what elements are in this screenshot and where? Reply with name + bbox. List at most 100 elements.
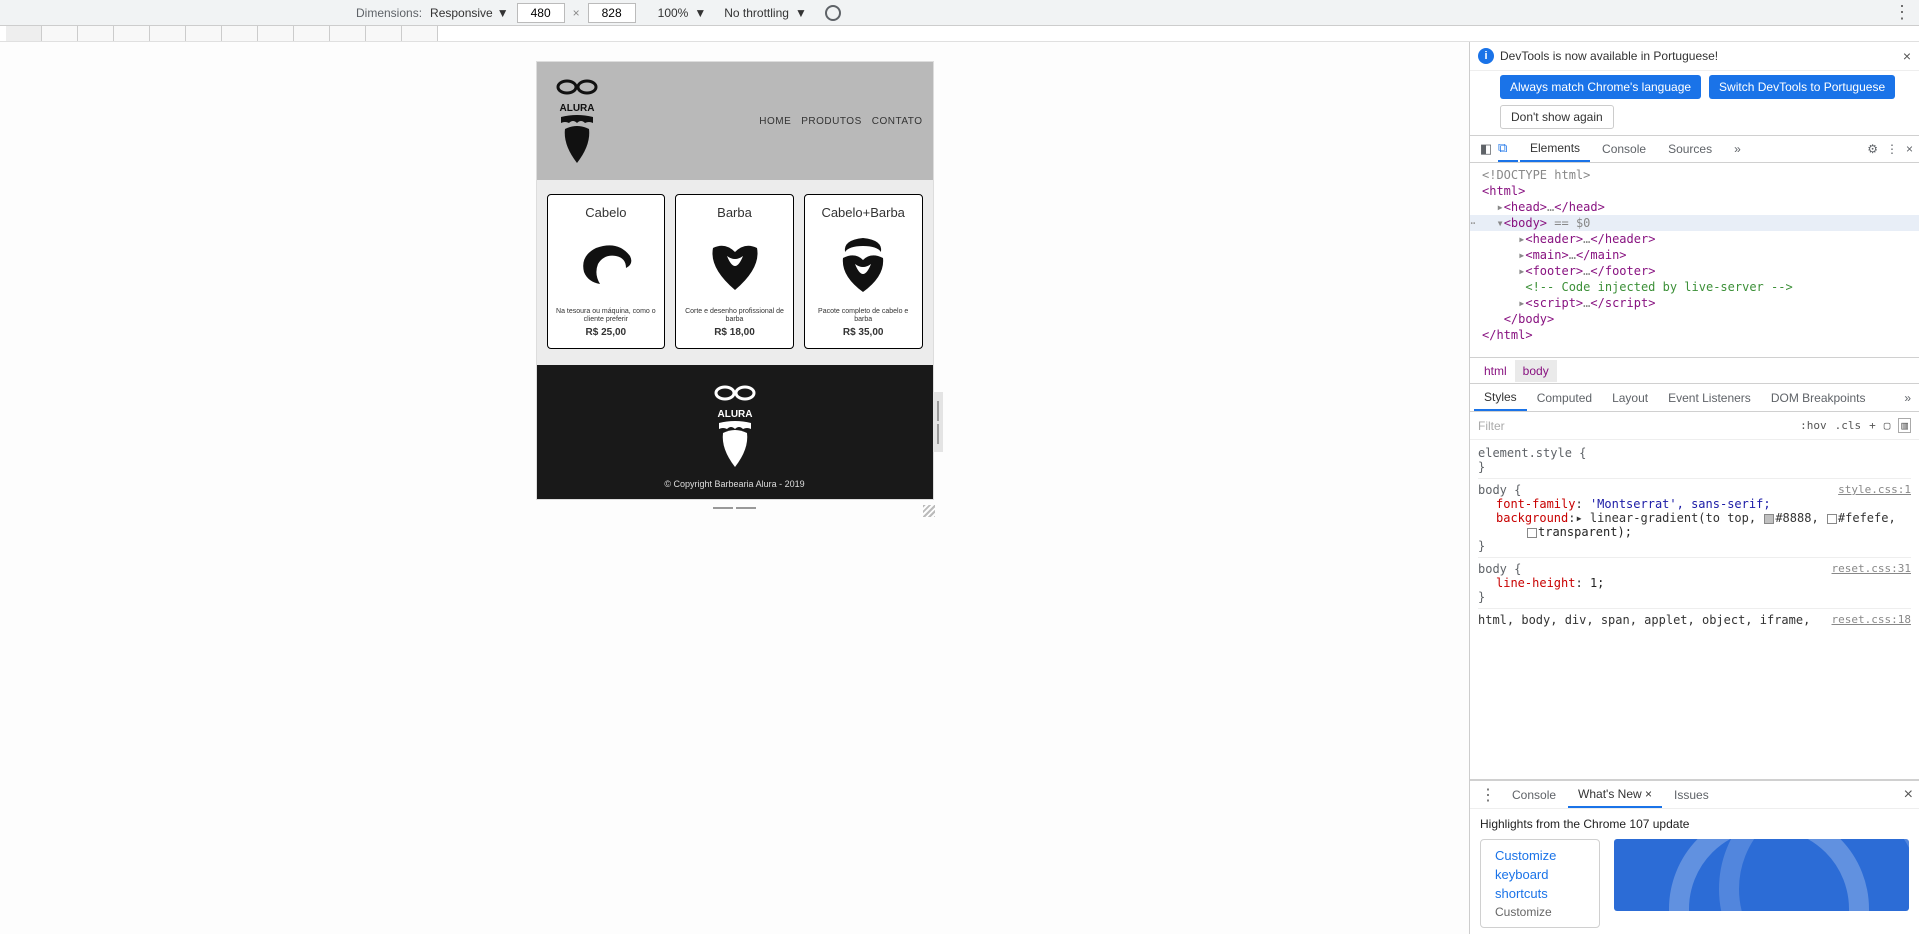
copyright: © Copyright Barbearia Alura - 2019 (537, 479, 933, 489)
tabs-overflow[interactable]: » (1724, 136, 1751, 162)
chevron-down-icon: ▼ (795, 6, 807, 20)
kebab-icon[interactable]: ⋮ (1886, 142, 1898, 156)
close-icon[interactable]: × (1645, 787, 1652, 801)
drawer: ⋮ Console What's New × Issues × Highligh… (1470, 780, 1919, 934)
whatsnew-banner (1614, 839, 1909, 911)
device-toolbar: Dimensions: Responsive ▼ × 100% ▼ No thr… (0, 0, 1919, 26)
dimensions-label: Dimensions: (356, 6, 422, 20)
card-price: R$ 18,00 (714, 327, 755, 338)
subtab-dombp[interactable]: DOM Breakpoints (1761, 384, 1876, 411)
computed-toggle-icon[interactable]: ▥ (1898, 418, 1911, 433)
zoom-value: 100% (658, 6, 689, 20)
chevron-down-icon: ▼ (497, 6, 509, 20)
service-card[interactable]: Cabelo Na tesoura ou máquina, como o cli… (547, 194, 666, 349)
page-footer: ALURA © Copyright Barbearia Alura - 2019 (537, 365, 933, 499)
card-price: R$ 25,00 (586, 327, 627, 338)
alura-logo-footer: ALURA (709, 379, 761, 471)
throttling-select[interactable]: No throttling ▼ (724, 6, 807, 20)
svg-text:ALURA: ALURA (717, 409, 752, 420)
subtab-styles[interactable]: Styles (1474, 384, 1527, 411)
card-title: Cabelo+Barba (821, 205, 904, 220)
subtab-computed[interactable]: Computed (1527, 384, 1602, 411)
svg-text:ALURA: ALURA (559, 103, 594, 114)
card-desc: Pacote completo de cabelo e barba (811, 308, 916, 323)
hov-toggle[interactable]: :hov (1800, 419, 1827, 432)
beard-icon (705, 234, 765, 294)
close-icon[interactable]: × (1906, 142, 1913, 156)
card-desc: Na tesoura ou máquina, como o cliente pr… (554, 308, 659, 323)
link[interactable]: Customize (1495, 848, 1585, 863)
link[interactable]: keyboard (1495, 867, 1585, 882)
subtabs-overflow[interactable]: » (1900, 391, 1915, 405)
kebab-icon[interactable]: ⋮ (1893, 2, 1911, 23)
breadcrumbs: html body (1470, 358, 1919, 384)
close-icon[interactable]: × (1904, 786, 1913, 804)
nav-home[interactable]: HOME (759, 116, 791, 127)
filter-input[interactable] (1470, 419, 1792, 433)
link: Customize (1495, 905, 1552, 919)
link[interactable]: shortcuts (1495, 886, 1585, 901)
nav-contato[interactable]: CONTATO (872, 116, 923, 127)
page-main: Cabelo Na tesoura ou máquina, como o cli… (537, 180, 933, 365)
infobar-buttons: Always match Chrome's language Switch De… (1470, 71, 1919, 105)
subtab-events[interactable]: Event Listeners (1658, 384, 1761, 411)
card-title: Barba (717, 205, 752, 220)
infobar-message: DevTools is now available in Portuguese! (1500, 49, 1718, 63)
nav-produtos[interactable]: PRODUTOS (801, 116, 862, 127)
resize-handle-corner[interactable] (923, 505, 935, 517)
close-icon[interactable]: × (1903, 48, 1911, 64)
device-value: Responsive (430, 6, 493, 20)
inspect-icon[interactable]: ◧ (1476, 141, 1496, 157)
devtools-tabs: ◧ ⧉ Elements Console Sources » ⚙ ⋮ × (1470, 135, 1919, 163)
device-mode-icon[interactable]: ⧉ (1498, 136, 1518, 162)
card-desc: Corte e desenho profissional de barba (682, 308, 787, 323)
dom-tree[interactable]: <!DOCTYPE html> <html> ▸<head>…</head> ⋯… (1470, 163, 1919, 358)
tab-elements[interactable]: Elements (1520, 136, 1590, 162)
cls-toggle[interactable]: .cls (1835, 419, 1862, 432)
page-header: ALURA HOME PRODUTOS CONTATO (537, 62, 933, 180)
hair-beard-icon (833, 234, 893, 294)
service-card[interactable]: Cabelo+Barba Pacote completo de cabelo e… (804, 194, 923, 349)
zoom-select[interactable]: 100% ▼ (658, 6, 707, 20)
drawer-console[interactable]: Console (1502, 781, 1566, 808)
filter-row: :hov .cls + ▢ ▥ (1470, 412, 1919, 440)
infobar: i DevTools is now available in Portugues… (1470, 42, 1919, 71)
drawer-issues[interactable]: Issues (1664, 781, 1719, 808)
whatsnew-title: Highlights from the Chrome 107 update (1480, 817, 1909, 831)
styles-pane[interactable]: element.style { } style.css:1 body { fon… (1470, 440, 1919, 780)
dont-show-button[interactable]: Don't show again (1500, 105, 1614, 129)
flexgrid-icon[interactable]: ▢ (1884, 419, 1891, 432)
card-title: Cabelo (585, 205, 626, 220)
resize-handle-bottom[interactable] (705, 503, 765, 513)
service-card[interactable]: Barba Corte e desenho profissional de ba… (675, 194, 794, 349)
height-input[interactable] (588, 3, 636, 23)
nav: HOME PRODUTOS CONTATO (759, 116, 922, 127)
crumb-html[interactable]: html (1476, 360, 1515, 382)
subtab-layout[interactable]: Layout (1602, 384, 1658, 411)
hair-icon (576, 234, 636, 294)
width-input[interactable] (517, 3, 565, 23)
tab-console[interactable]: Console (1592, 136, 1656, 162)
switch-language-button[interactable]: Switch DevTools to Portuguese (1709, 75, 1895, 99)
gear-icon[interactable]: ⚙ (1867, 142, 1878, 156)
new-rule-icon[interactable]: + (1869, 419, 1876, 432)
match-language-button[interactable]: Always match Chrome's language (1500, 75, 1701, 99)
tab-sources[interactable]: Sources (1658, 136, 1722, 162)
device-frame: ALURA HOME PRODUTOS CONTATO Cabelo (537, 62, 933, 499)
alura-logo: ALURA (551, 73, 603, 169)
ruler (0, 26, 1919, 42)
rotate-icon[interactable] (825, 5, 841, 21)
styles-subtabs: Styles Computed Layout Event Listeners D… (1470, 384, 1919, 412)
drawer-whatsnew[interactable]: What's New × (1568, 781, 1662, 808)
crumb-body[interactable]: body (1515, 360, 1557, 382)
kebab-icon[interactable]: ⋮ (1476, 785, 1500, 805)
resize-handle-right[interactable] (933, 392, 943, 452)
device-select[interactable]: Responsive ▼ (430, 6, 509, 20)
card-price: R$ 35,00 (843, 327, 884, 338)
whatsnew-card[interactable]: Customize keyboard shortcuts Customize (1480, 839, 1600, 928)
drawer-tabs: ⋮ Console What's New × Issues × (1470, 781, 1919, 809)
info-icon: i (1478, 48, 1494, 64)
devtools-panel: i DevTools is now available in Portugues… (1469, 42, 1919, 934)
x-separator: × (573, 6, 580, 20)
infobar-buttons-2: Don't show again (1470, 105, 1919, 135)
